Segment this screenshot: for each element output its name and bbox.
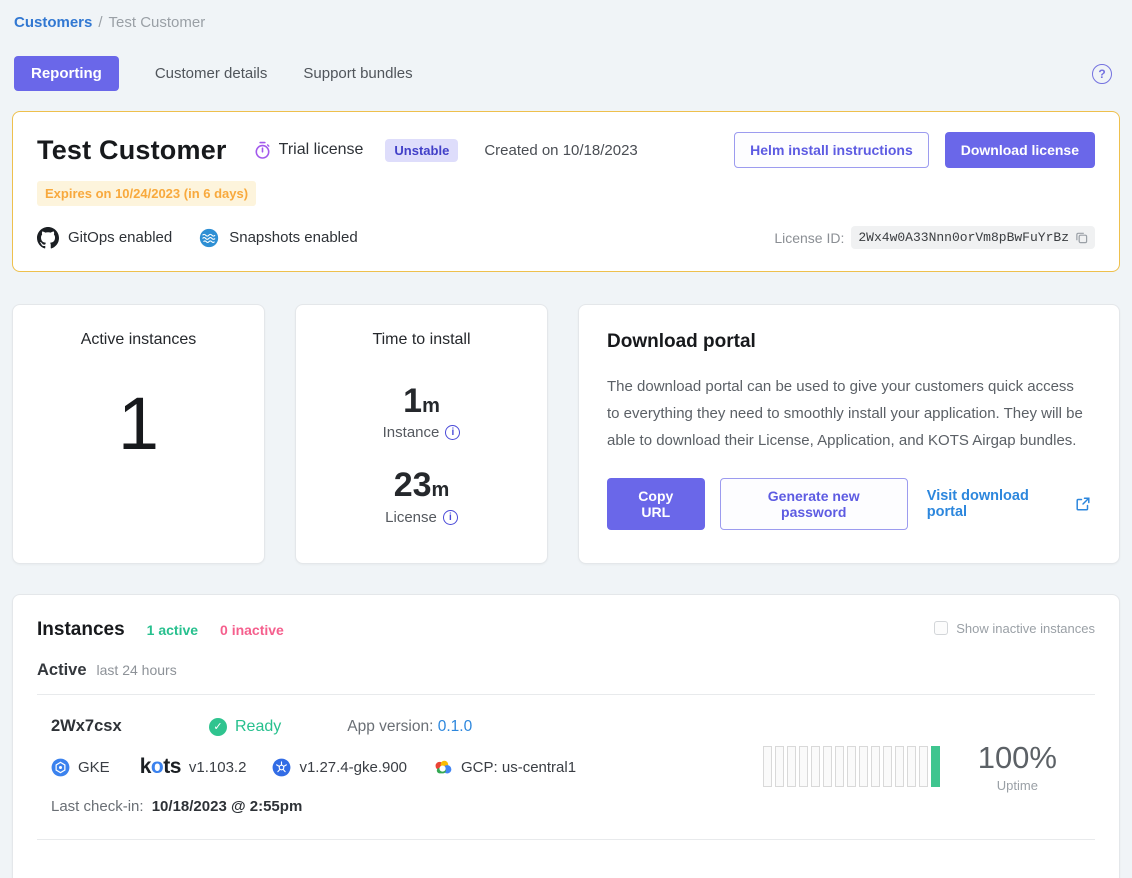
tab-reporting[interactable]: Reporting	[14, 56, 119, 91]
active-instances-value: 1	[13, 387, 264, 461]
instance-status: ✓ Ready	[209, 718, 281, 736]
generate-new-password-button[interactable]: Generate new password	[720, 478, 908, 530]
app-version: App version: 0.1.0	[347, 718, 472, 736]
customer-name: Test Customer	[37, 135, 227, 166]
kots-version: kots v1.103.2	[140, 755, 247, 779]
license-type: Trial license	[253, 141, 364, 160]
show-inactive-checkbox[interactable]	[934, 621, 948, 635]
breadcrumb: Customers / Test Customer	[12, 14, 1120, 31]
license-install-label: License	[385, 509, 437, 526]
instance-id[interactable]: 2Wx7csx	[51, 717, 209, 736]
inactive-count: 0 inactive	[220, 622, 284, 638]
external-link-icon	[1075, 496, 1091, 512]
kubernetes-icon	[272, 758, 291, 777]
tab-support-bundles[interactable]: Support bundles	[303, 65, 412, 82]
license-install-time: 23m	[296, 467, 547, 504]
download-portal-card: Download portal The download portal can …	[578, 304, 1120, 564]
uptime-bars	[763, 746, 940, 787]
instances-card: Instances 1 active 0 inactive Show inact…	[12, 594, 1120, 878]
active-instances-title: Active instances	[13, 331, 264, 349]
breadcrumb-separator: /	[98, 14, 102, 31]
trial-timer-icon	[253, 141, 272, 160]
created-date: Created on 10/18/2023	[484, 142, 637, 159]
tab-bar: Reporting Customer details Support bundl…	[12, 56, 1120, 91]
snapshots-enabled-label: Snapshots enabled	[229, 229, 357, 246]
instance-install-time: 1m	[296, 383, 547, 420]
distribution-label: GKE	[78, 759, 110, 776]
active-section-timeframe: last 24 hours	[97, 662, 177, 678]
license-id-value: 2Wx4w0A33Nnn0orVm8pBwFuYrBz	[858, 230, 1069, 245]
show-inactive-label: Show inactive instances	[956, 621, 1095, 636]
helm-install-instructions-button[interactable]: Helm install instructions	[734, 132, 929, 168]
instances-title: Instances	[37, 619, 125, 641]
instance-install-label: Instance	[383, 424, 440, 441]
instance-status-label: Ready	[235, 718, 281, 736]
kots-version-label: v1.103.2	[189, 759, 247, 776]
gitops-enabled: GitOps enabled	[37, 227, 172, 249]
download-license-button[interactable]: Download license	[945, 132, 1095, 168]
download-portal-title: Download portal	[607, 331, 1091, 353]
breadcrumb-current: Test Customer	[109, 14, 206, 31]
expires-badge: Expires on 10/24/2023 (in 6 days)	[37, 181, 256, 206]
cloud-region-label: GCP: us-central1	[461, 759, 576, 776]
snapshots-waves-icon	[198, 227, 220, 249]
instance-info-icon[interactable]: i	[445, 425, 460, 440]
license-info-icon[interactable]: i	[443, 510, 458, 525]
cloud-region: GCP: us-central1	[433, 759, 576, 776]
snapshots-enabled: Snapshots enabled	[198, 227, 357, 249]
license-type-label: Trial license	[279, 141, 364, 159]
download-portal-description: The download portal can be used to give …	[607, 373, 1087, 454]
visit-download-portal-link[interactable]: Visit download portal	[927, 488, 1091, 520]
k8s-version-label: v1.27.4-gke.900	[299, 759, 407, 776]
github-icon	[37, 227, 59, 249]
time-to-install-card: Time to install 1m Instance i 23m Licens…	[295, 304, 548, 564]
active-section-title: Active	[37, 661, 87, 680]
kots-logo: kots	[140, 755, 181, 779]
show-inactive-toggle[interactable]: Show inactive instances	[934, 621, 1095, 636]
copy-icon[interactable]	[1075, 231, 1088, 244]
ready-check-icon: ✓	[209, 718, 227, 736]
help-icon[interactable]: ?	[1092, 64, 1112, 84]
time-to-install-title: Time to install	[296, 331, 547, 349]
license-id-chip[interactable]: 2Wx4w0A33Nnn0orVm8pBwFuYrBz	[851, 226, 1095, 249]
breadcrumb-customers-link[interactable]: Customers	[14, 14, 92, 31]
uptime-label: Uptime	[978, 778, 1057, 793]
k8s-version: v1.27.4-gke.900	[272, 758, 407, 777]
app-version-link[interactable]: 0.1.0	[438, 718, 472, 735]
copy-url-button[interactable]: Copy URL	[607, 478, 705, 530]
instance-row[interactable]: 2Wx7csx ✓ Ready App version: 0.1.0	[37, 695, 1095, 815]
last-checkin: Last check-in: 10/18/2023 @ 2:55pm	[51, 798, 763, 815]
uptime-value: 100%	[978, 740, 1057, 776]
customer-summary-card: Test Customer Trial license Unstable Cre…	[12, 111, 1120, 272]
tab-customer-details[interactable]: Customer details	[155, 65, 268, 82]
gcp-icon	[433, 759, 453, 776]
gitops-enabled-label: GitOps enabled	[68, 229, 172, 246]
uptime-summary: 100% Uptime	[978, 740, 1057, 793]
license-id-label: License ID:	[774, 230, 844, 246]
channel-badge: Unstable	[385, 139, 458, 162]
distribution: GKE	[51, 758, 110, 777]
active-count: 1 active	[147, 622, 198, 638]
gke-icon	[51, 758, 70, 777]
active-instances-card: Active instances 1	[12, 304, 265, 564]
last-checkin-value: 10/18/2023 @ 2:55pm	[152, 798, 303, 815]
